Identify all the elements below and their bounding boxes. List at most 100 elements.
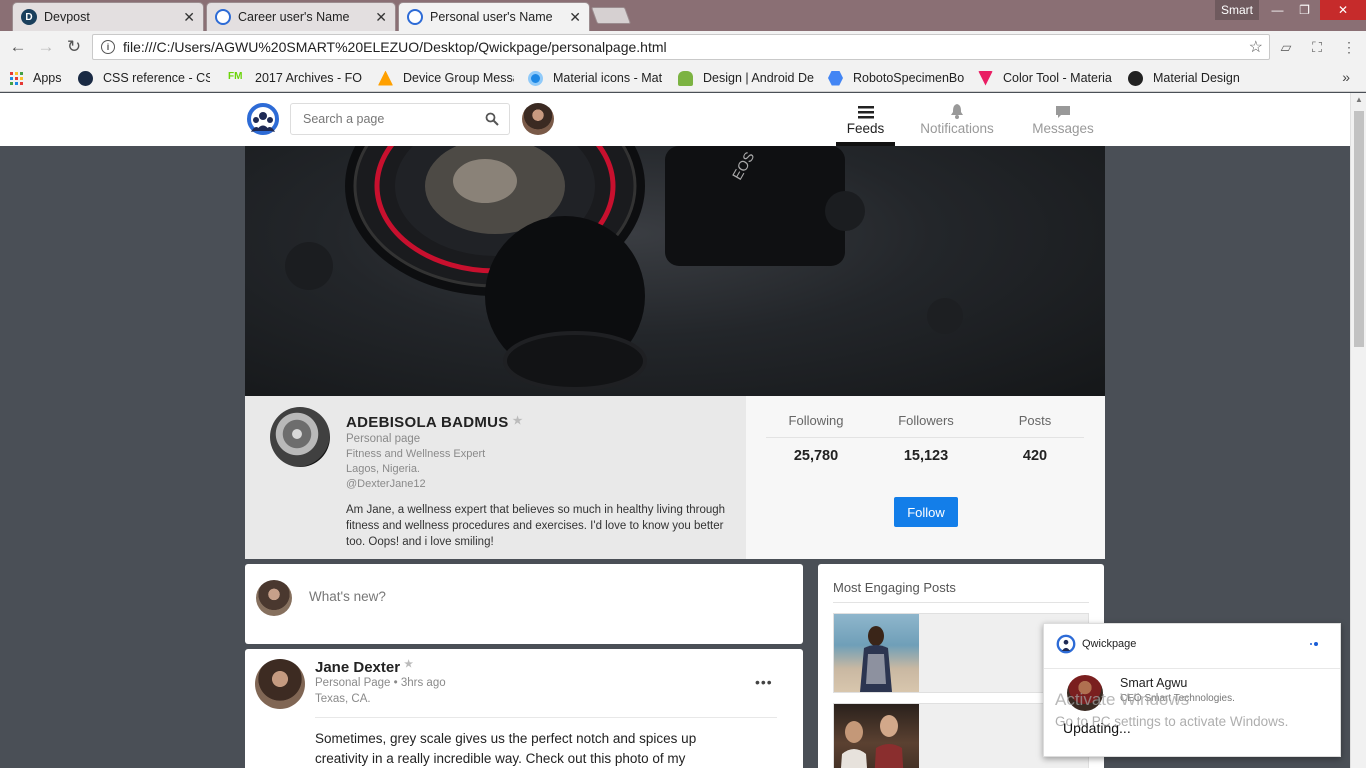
search-icon[interactable] <box>485 112 499 126</box>
bookmark-material-design[interactable]: Material Design <box>1128 69 1258 87</box>
menu-kebab-icon[interactable]: ⋮ <box>1340 38 1358 56</box>
toast-sender-name: Smart Agwu <box>1120 676 1188 690</box>
docs-icon <box>828 70 843 86</box>
cover-photo: EOS <box>245 146 1105 396</box>
reload-icon[interactable]: ↻ <box>60 33 88 61</box>
composer-input[interactable]: What's new? <box>309 589 386 604</box>
tab-personal[interactable]: Personal user's Name ✕ <box>398 2 590 31</box>
post-author[interactable]: Jane Dexter ★ <box>315 659 413 676</box>
engaging-posts-title: Most Engaging Posts <box>833 580 956 595</box>
beach-photo-thumbnail[interactable] <box>834 614 919 692</box>
material-icons-icon <box>528 70 543 86</box>
devpost-favicon-icon: D <box>21 9 37 25</box>
profile-card: ADEBISOLA BADMUS ★ Personal page Fitness … <box>245 396 1105 559</box>
post-card: Jane Dexter ★ Personal Page • 3hrs ago Te… <box>245 649 803 768</box>
stat-value-following[interactable]: 25,780 <box>761 448 871 464</box>
stat-value-followers[interactable]: 15,123 <box>871 448 981 464</box>
crowd-photo-thumbnail[interactable] <box>834 704 919 768</box>
new-tab-button[interactable] <box>590 7 632 24</box>
toast-divider <box>1044 668 1340 669</box>
address-bar[interactable]: i file:///C:/Users/AGWU%20SMART%20ELEZUO… <box>92 34 1270 60</box>
engaging-divider <box>833 602 1089 603</box>
post-divider <box>315 717 777 718</box>
bookmark-2017-archives[interactable]: FM 2017 Archives - FOU <box>228 69 362 87</box>
bookmark-label: CSS reference - CSS <box>103 71 210 85</box>
bookmark-css-reference[interactable]: CSS reference - CSS <box>78 69 210 87</box>
info-icon[interactable]: i <box>101 40 115 54</box>
stat-label-followers: Followers <box>898 413 954 428</box>
close-icon[interactable]: ✕ <box>375 9 387 26</box>
post-author-avatar[interactable] <box>255 659 305 709</box>
stats-divider <box>766 437 1084 438</box>
qwickpage-logo[interactable] <box>246 103 280 135</box>
address-url[interactable]: file:///C:/Users/AGWU%20SMART%20ELEZUO/D… <box>123 39 1249 55</box>
tab-career[interactable]: Career user's Name ✕ <box>206 2 396 31</box>
follow-button[interactable]: Follow <box>894 497 958 527</box>
star-icon: ★ <box>404 659 414 670</box>
post-body: Sometimes, grey scale gives us the perfe… <box>315 731 697 766</box>
restore-icon[interactable]: ❐ <box>1291 0 1318 20</box>
tab-notifications[interactable]: Notifications <box>912 103 1002 146</box>
scroll-up-icon[interactable]: ▲ <box>1355 95 1363 104</box>
page-scrollbar[interactable]: ▲ <box>1350 93 1366 768</box>
bookmarks-bar: Apps CSS reference - CSS FM 2017 Archive… <box>0 63 1366 92</box>
css-reference-icon <box>78 70 93 86</box>
github-icon <box>1128 70 1143 86</box>
bookmark-roboto-specimen[interactable]: RobotoSpecimenBo <box>828 69 966 87</box>
qwickpage-favicon-icon <box>215 9 231 25</box>
cast-icon[interactable]: ⛶ <box>1308 38 1326 56</box>
profile-name-text: ADEBISOLA BADMUS <box>346 414 509 431</box>
toast-status: Updating... <box>1063 720 1131 736</box>
extension-icon[interactable]: ▱ <box>1277 38 1295 56</box>
more-options-icon[interactable]: ••• <box>755 674 773 690</box>
close-icon[interactable]: ✕ <box>569 9 581 26</box>
post-meta: Personal Page • 3hrs ago <box>315 677 446 689</box>
profile-bio: Am Jane, a wellness expert that believes… <box>346 504 726 548</box>
bookmark-star-icon[interactable]: ☆ <box>1249 37 1263 57</box>
tab-devpost[interactable]: D Devpost ✕ <box>12 2 204 31</box>
color-tool-icon <box>978 70 993 86</box>
minimize-icon[interactable]: — <box>1264 0 1291 20</box>
bookmark-label: Design | Android De <box>703 71 814 85</box>
user-avatar[interactable] <box>522 103 554 135</box>
camera-cover-image: EOS <box>285 146 963 391</box>
new-post-card[interactable]: What's new? <box>245 564 803 644</box>
profile-stats: Following Followers Posts 25,780 15,123 … <box>746 396 1105 559</box>
bookmark-label: Color Tool - Materia <box>1003 71 1112 85</box>
profile-avatar[interactable] <box>270 407 330 467</box>
tab-messages[interactable]: Messages <box>1028 103 1098 146</box>
close-icon[interactable]: ✕ <box>183 9 195 26</box>
page-search[interactable] <box>290 103 510 135</box>
bookmark-android-design[interactable]: Design | Android De <box>678 69 814 87</box>
tab-label: Feeds <box>846 121 885 136</box>
browser-profile-chip[interactable]: Smart <box>1215 0 1259 20</box>
star-icon: ★ <box>512 415 523 427</box>
bookmark-label: 2017 Archives - FOU <box>255 71 362 85</box>
tab-feeds[interactable]: Feeds <box>836 103 895 146</box>
bookmark-label: Device Group Messa <box>403 71 514 85</box>
bookmark-apps[interactable]: Apps <box>10 69 62 87</box>
window-close-icon[interactable]: ✕ <box>1320 0 1366 20</box>
stat-value-posts[interactable]: 420 <box>980 448 1090 464</box>
bookmark-color-tool[interactable]: Color Tool - Materia <box>978 69 1114 87</box>
android-icon <box>678 70 693 86</box>
profile-details: ADEBISOLA BADMUS ★ Personal page Fitness … <box>245 396 746 559</box>
back-arrow-icon[interactable]: ← <box>4 33 32 61</box>
feeds-icon <box>857 103 874 119</box>
activate-windows-title: Activate Windows <box>1055 690 1190 709</box>
profile-name: ADEBISOLA BADMUS ★ <box>346 414 523 431</box>
post-author-name[interactable]: Jane Dexter <box>315 659 400 676</box>
tab-title: Career user's Name <box>238 10 350 24</box>
composer-avatar <box>256 580 292 616</box>
forward-arrow-icon[interactable]: → <box>32 33 60 61</box>
bookmark-label: RobotoSpecimenBo <box>853 71 965 85</box>
scrollbar-thumb[interactable] <box>1354 111 1364 347</box>
search-input[interactable] <box>303 112 485 126</box>
qwickpage-favicon-icon <box>407 9 423 25</box>
more-bookmarks-icon[interactable]: » <box>1342 69 1350 85</box>
tab-title: Devpost <box>44 10 90 24</box>
tab-label: Notifications <box>920 121 994 136</box>
toast-app-name: Qwickpage <box>1082 638 1137 650</box>
bookmark-material-icons[interactable]: Material icons - Mat <box>528 69 664 87</box>
bookmark-device-group[interactable]: Device Group Messa <box>378 69 514 87</box>
